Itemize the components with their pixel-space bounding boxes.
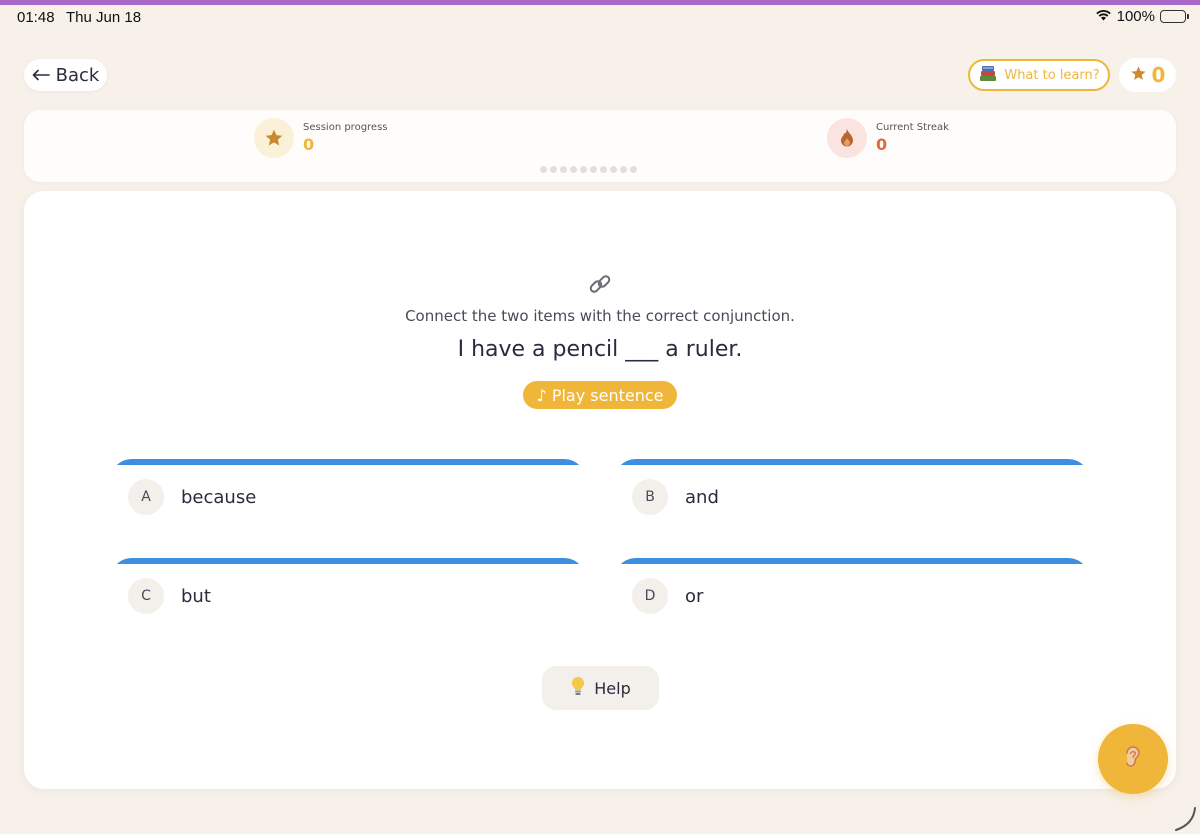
status-right: 100% <box>1095 8 1189 25</box>
stars-count: 0 <box>1151 63 1166 87</box>
option-b[interactable]: B and <box>614 459 1090 539</box>
arrow-left-icon <box>32 65 50 86</box>
lightbulb-icon <box>570 676 586 700</box>
progress-dot <box>580 166 587 173</box>
battery-icon <box>1160 10 1189 23</box>
current-streak-label: Current Streak <box>876 122 949 133</box>
option-letter: A <box>128 479 164 515</box>
what-to-learn-button[interactable]: What to learn? <box>968 59 1110 91</box>
session-progress-value: 0 <box>303 135 315 154</box>
what-to-learn-label: What to learn? <box>1004 67 1100 83</box>
progress-dot <box>540 166 547 173</box>
star-icon <box>1130 63 1147 87</box>
current-streak-value: 0 <box>876 135 888 154</box>
status-time: 01:48 <box>17 9 55 26</box>
option-text: or <box>685 586 704 607</box>
progress-card: Session progress 0 Current Streak 0 <box>24 110 1176 182</box>
star-icon <box>254 118 294 158</box>
resize-handle-icon <box>1175 807 1196 831</box>
books-icon <box>978 64 998 86</box>
ear-icon <box>1123 744 1143 774</box>
progress-dots <box>540 166 637 173</box>
progress-dot <box>600 166 607 173</box>
option-text: but <box>181 586 211 607</box>
help-label: Help <box>594 678 631 698</box>
status-date: Thu Jun 18 <box>66 9 142 26</box>
question-instruction: Connect the two items with the correct c… <box>405 307 795 325</box>
question-card: Connect the two items with the correct c… <box>24 191 1176 789</box>
option-d[interactable]: D or <box>614 558 1090 638</box>
session-progress: Session progress 0 <box>254 118 388 158</box>
option-a[interactable]: A because <box>110 459 586 539</box>
option-letter: B <box>632 479 668 515</box>
option-c[interactable]: C but <box>110 558 586 638</box>
back-button[interactable]: Back <box>24 59 107 91</box>
option-letter: D <box>632 578 668 614</box>
progress-dot <box>590 166 597 173</box>
play-sentence-button[interactable]: ♪ Play sentence <box>523 381 677 409</box>
battery-percent: 100% <box>1116 8 1155 25</box>
wifi-icon <box>1095 8 1112 25</box>
question-sentence: I have a pencil ___ a ruler. <box>457 337 743 362</box>
option-letter: C <box>128 578 164 614</box>
progress-dot <box>570 166 577 173</box>
session-progress-label: Session progress <box>303 122 388 133</box>
help-button[interactable]: Help <box>542 666 659 710</box>
option-text: and <box>685 487 719 508</box>
progress-dot <box>620 166 627 173</box>
flame-icon <box>827 118 867 158</box>
progress-dot <box>560 166 567 173</box>
listen-button[interactable] <box>1098 724 1168 794</box>
stars-counter[interactable]: 0 <box>1119 58 1176 92</box>
progress-dot <box>610 166 617 173</box>
status-bar: 01:48 Thu Jun 18 100% <box>0 5 1200 31</box>
back-label: Back <box>55 64 100 86</box>
progress-dot <box>630 166 637 173</box>
current-streak: Current Streak 0 <box>827 118 949 158</box>
progress-dot <box>550 166 557 173</box>
link-icon <box>587 271 613 297</box>
option-text: because <box>181 487 257 508</box>
